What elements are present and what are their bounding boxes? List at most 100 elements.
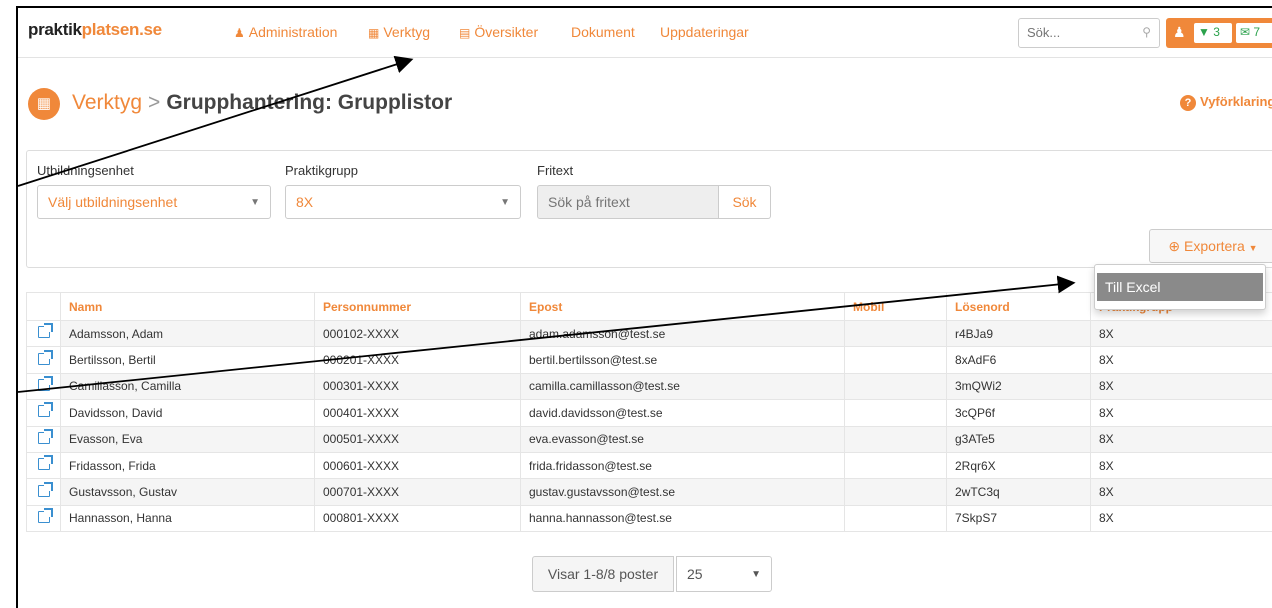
group-label: Praktikgrupp: [285, 163, 358, 178]
cell-namn: Fridasson, Frida: [60, 451, 315, 480]
bar-chart-icon: ▤: [459, 26, 471, 40]
nav-oversikter[interactable]: ▤ Översikter: [459, 24, 538, 40]
table-row: Hannasson, Hanna 000801-XXXX hanna.hannass…: [26, 504, 1272, 533]
pin-count: 3: [1213, 25, 1220, 39]
edit-link[interactable]: [26, 451, 61, 480]
external-link-icon: [37, 402, 53, 418]
nav-uppdateringar[interactable]: Uppdateringar: [660, 24, 749, 40]
logo-text-orange: platsen.se: [81, 20, 162, 39]
nav-label: Administration: [248, 24, 338, 40]
export-menu: Till Excel: [1094, 264, 1266, 310]
cell-praktikgrupp: 8X: [1090, 451, 1272, 480]
top-navbar: praktikplatsen.se ♟ Administration ▦ Verkt…: [18, 8, 1272, 58]
col-edit: [26, 292, 61, 321]
cell-namn: Gustavsson, Gustav: [60, 478, 315, 506]
edit-link[interactable]: [26, 478, 61, 506]
cell-mobil: [844, 425, 947, 453]
cell-losenord: 7SkpS7: [946, 504, 1091, 533]
table-row: Camillasson, Camilla 000301-XXXX camilla.c…: [26, 372, 1272, 401]
help-label: Vyförklaring: [1200, 94, 1272, 109]
cell-losenord: 3mQWi2: [946, 372, 1091, 401]
freetext-input[interactable]: [548, 194, 708, 210]
cell-personnummer: 000801-XXXX: [314, 504, 521, 533]
cell-epost: camilla.camillasson@test.se: [520, 372, 845, 401]
app-frame: praktikplatsen.se ♟ Administration ▦ Verkt…: [16, 6, 1272, 608]
edit-link[interactable]: [26, 346, 61, 374]
external-link-icon: [37, 375, 53, 391]
col-mobil[interactable]: Mobil: [844, 292, 947, 321]
logo[interactable]: praktikplatsen.se: [28, 20, 162, 40]
pin-badge[interactable]: ▼ 3: [1194, 23, 1232, 43]
table-row: Adamsson, Adam 000102-XXXX adam.adamsson@t…: [26, 319, 1272, 348]
breadcrumb-separator: >: [148, 91, 161, 114]
search-button[interactable]: Sök: [719, 185, 771, 219]
group-list-table: Namn Personnummer Epost Mobil Lösenord P…: [26, 292, 1272, 533]
cell-namn: Davidsson, David: [60, 399, 315, 427]
edit-link[interactable]: [26, 425, 61, 453]
unit-select[interactable]: Välj utbildningsenhet ▼: [37, 185, 271, 219]
message-badge[interactable]: ✉ 7: [1236, 23, 1272, 43]
cell-namn: Evasson, Eva: [60, 425, 315, 453]
cell-namn: Bertilsson, Bertil: [60, 346, 315, 374]
edit-link[interactable]: [26, 319, 61, 348]
nav-verktyg[interactable]: ▦ Verktyg: [368, 24, 430, 40]
cell-namn: Adamsson, Adam: [60, 319, 315, 348]
chevron-down-icon: ▼: [751, 569, 761, 580]
edit-link[interactable]: [26, 399, 61, 427]
cell-epost: hanna.hannasson@test.se: [520, 504, 845, 533]
cell-praktikgrupp: 8X: [1090, 425, 1272, 453]
external-link-icon: [37, 349, 53, 365]
logo-text-dark: praktik: [28, 20, 82, 39]
global-search: ⚲: [1018, 18, 1160, 48]
cell-losenord: 2Rqr6X: [946, 451, 1091, 480]
edit-link[interactable]: [26, 372, 61, 401]
user-icon[interactable]: ♟: [1173, 24, 1186, 41]
external-link-icon: [37, 428, 53, 444]
nav-label: Översikter: [474, 24, 539, 40]
menu-item-till-excel[interactable]: Till Excel: [1097, 273, 1263, 301]
edit-link[interactable]: [26, 504, 61, 533]
cell-namn: Camillasson, Camilla: [60, 372, 315, 401]
nav-label: Uppdateringar: [660, 24, 749, 40]
cell-mobil: [844, 399, 947, 427]
cell-namn: Hannasson, Hanna: [60, 504, 315, 533]
cell-personnummer: 000301-XXXX: [314, 372, 521, 401]
cell-personnummer: 000601-XXXX: [314, 451, 521, 480]
help-link[interactable]: ? Vyförklaring: [1180, 94, 1272, 111]
nav-administration[interactable]: ♟ Administration: [234, 24, 337, 40]
table-header-row: Namn Personnummer Epost Mobil Lösenord P…: [26, 292, 1272, 321]
col-losenord[interactable]: Lösenord: [946, 292, 1091, 321]
cell-praktikgrupp: 8X: [1090, 478, 1272, 506]
cell-personnummer: 000401-XXXX: [314, 399, 521, 427]
table-row: Evasson, Eva 000501-XXXX eva.evasson@test.…: [26, 425, 1272, 453]
nav-dokument[interactable]: Dokument: [571, 24, 635, 40]
cell-epost: gustav.gustavsson@test.se: [520, 478, 845, 506]
col-epost[interactable]: Epost: [520, 292, 845, 321]
question-icon: ?: [1180, 95, 1196, 111]
col-namn[interactable]: Namn: [60, 292, 315, 321]
search-input[interactable]: [1027, 25, 1127, 40]
page-title-text: Grupphantering: Grupplistor: [166, 91, 453, 114]
page-title: Verktyg > Grupphantering: Grupplistor: [72, 91, 452, 115]
page-size-select[interactable]: 25 ▼: [676, 556, 772, 592]
table-row: Davidsson, David 000401-XXXX david.davidss…: [26, 399, 1272, 427]
cell-mobil: [844, 478, 947, 506]
cell-personnummer: 000201-XXXX: [314, 346, 521, 374]
freetext-label: Fritext: [537, 163, 574, 178]
cell-mobil: [844, 346, 947, 374]
cell-praktikgrupp: 8X: [1090, 399, 1272, 427]
freetext-box: [537, 185, 719, 219]
envelope-icon: ✉: [1240, 25, 1251, 39]
group-select[interactable]: 8X ▼: [285, 185, 521, 219]
cell-epost: adam.adamsson@test.se: [520, 319, 845, 348]
chevron-down-icon: ▼: [250, 197, 260, 208]
breadcrumb-verktyg[interactable]: Verktyg: [72, 91, 142, 114]
external-link-icon: [37, 481, 53, 497]
search-icon[interactable]: ⚲: [1142, 25, 1151, 39]
calendar-icon: ▦: [28, 88, 60, 120]
export-button[interactable]: ⊕ Exportera ▼: [1149, 229, 1272, 263]
cell-epost: david.davidsson@test.se: [520, 399, 845, 427]
cell-personnummer: 000501-XXXX: [314, 425, 521, 453]
nav-label: Dokument: [571, 24, 635, 40]
col-personnummer[interactable]: Personnummer: [314, 292, 521, 321]
